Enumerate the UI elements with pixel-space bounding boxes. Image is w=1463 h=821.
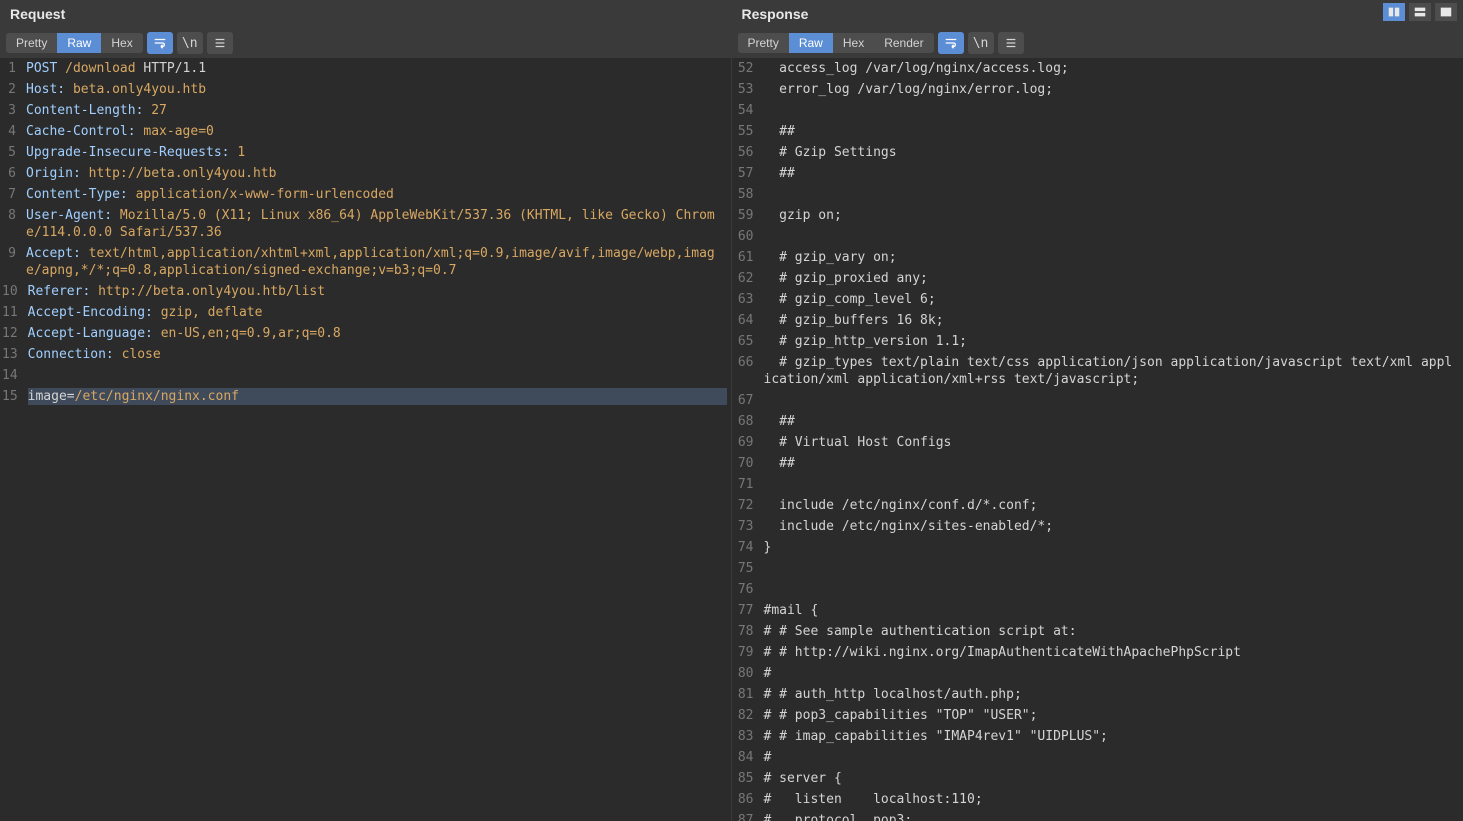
stack-view-icon[interactable] xyxy=(1409,3,1431,21)
request-toolbar: Pretty Raw Hex \n xyxy=(0,28,731,58)
request-editor[interactable]: 1POST /download HTTP/1.12Host: beta.only… xyxy=(0,58,731,821)
show-nonprint-icon[interactable]: \n xyxy=(177,32,203,54)
wrap-lines-icon[interactable] xyxy=(938,32,964,54)
split-view-icon[interactable] xyxy=(1383,3,1405,21)
view-mode-buttons xyxy=(1383,3,1457,21)
tab-render[interactable]: Render xyxy=(874,33,933,53)
response-toolbar: Pretty Raw Hex Render \n xyxy=(732,28,1463,58)
tab-pretty[interactable]: Pretty xyxy=(738,33,789,53)
response-pane: Response Pretty Raw Hex Render \n 52 xyxy=(732,0,1463,821)
hamburger-icon[interactable] xyxy=(207,32,233,54)
max-view-icon[interactable] xyxy=(1435,3,1457,21)
request-title: Request xyxy=(10,6,65,22)
request-tabs: Pretty Raw Hex xyxy=(6,33,143,53)
request-pane: Request Pretty Raw Hex \n 1POST /downloa… xyxy=(0,0,732,821)
response-tabs: Pretty Raw Hex Render xyxy=(738,33,934,53)
tab-raw[interactable]: Raw xyxy=(57,33,101,53)
tab-raw[interactable]: Raw xyxy=(789,33,833,53)
response-editor[interactable]: 52 access_log /var/log/nginx/access.log;… xyxy=(732,58,1463,821)
request-header: Request xyxy=(0,0,731,28)
hamburger-icon[interactable] xyxy=(998,32,1024,54)
response-header: Response xyxy=(732,0,1463,28)
wrap-lines-icon[interactable] xyxy=(147,32,173,54)
show-nonprint-icon[interactable]: \n xyxy=(968,32,994,54)
tab-pretty[interactable]: Pretty xyxy=(6,33,57,53)
tab-hex[interactable]: Hex xyxy=(101,33,142,53)
tab-hex[interactable]: Hex xyxy=(833,33,874,53)
response-title: Response xyxy=(742,6,809,22)
